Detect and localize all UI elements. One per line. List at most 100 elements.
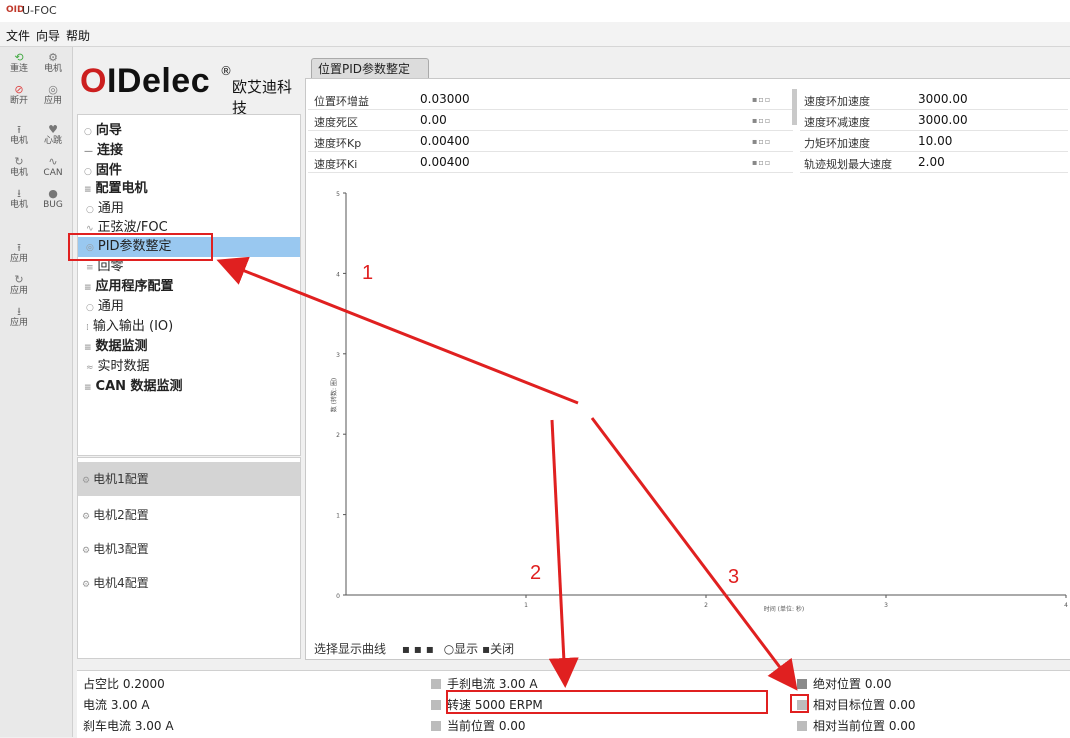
nav-item-motor-general[interactable]: ○ 通用 bbox=[86, 199, 124, 219]
param-value-input[interactable]: 0.00400 bbox=[420, 155, 470, 169]
chart-x-axis-label: 时间 (单位: 秒) bbox=[764, 605, 805, 613]
nav-item-app-general[interactable]: ○ 通用 bbox=[86, 297, 124, 317]
chart-y-tick-label: 2 bbox=[336, 432, 340, 439]
app-write-button[interactable]: ⭳ 应用 bbox=[2, 305, 36, 328]
brand-registered: ® bbox=[220, 64, 232, 78]
param-value-input[interactable]: 2.00 bbox=[918, 155, 945, 169]
app-detect-button[interactable]: ◎ 应用 bbox=[36, 83, 70, 106]
param-name: 位置环增益 bbox=[314, 95, 369, 108]
pid-response-chart: 5 4 3 2 1 0 1 2 3 4 时间 (单位: 秒) 数 (转数: 圈) bbox=[330, 191, 1068, 613]
curve-show-toggle[interactable]: ○显示 ▪关闭 bbox=[444, 642, 514, 656]
chart-x-tick-label: 4 bbox=[1064, 602, 1068, 609]
app-read-button[interactable]: ⭱ 应用 bbox=[2, 242, 36, 264]
chart-y-tick-label: 4 bbox=[336, 271, 340, 278]
motor-1-config[interactable]: ⚙ 电机1配置 bbox=[78, 462, 300, 496]
left-toolbar: ⟲ 重连 ⚙ 电机 ⊘ 断开 ◎ 应用 ⭱ 电机 ♥ 心跳 ↻ 电机 ∿ CAN ⭳ 电机 ● BU… bbox=[0, 47, 73, 737]
nav-item-connect[interactable]: — 连接 bbox=[84, 141, 123, 161]
param-value-input[interactable]: 3000.00 bbox=[918, 92, 968, 106]
annotation-label-1: 1 bbox=[362, 262, 374, 284]
chart-y-tick-label: 3 bbox=[336, 352, 340, 359]
nav-item-app-config[interactable]: ≡ 应用程序配置 bbox=[84, 277, 174, 297]
nav-item-motor-config[interactable]: ≡ 配置电机 bbox=[84, 179, 148, 199]
motor-icon: ⚙ bbox=[48, 51, 58, 64]
status-duty-cycle: 占空比 0.2000 bbox=[83, 677, 165, 691]
param-name: 速度环加速度 bbox=[804, 95, 870, 108]
chart-y-tick-label: 0 bbox=[336, 593, 340, 600]
param-spin-buttons[interactable]: ▪▫▫ bbox=[752, 95, 771, 104]
annotation-label-3: 3 bbox=[728, 566, 740, 588]
heartbeat-button[interactable]: ♥ 心跳 bbox=[36, 124, 70, 146]
chart-x-tick-label: 2 bbox=[704, 602, 708, 609]
nav-item-can-monitor[interactable]: ≡ CAN 数据监测 bbox=[84, 377, 183, 397]
param-value-input[interactable]: 10.00 bbox=[918, 134, 952, 148]
param-scrollbar[interactable] bbox=[792, 89, 797, 125]
nav-item-data-monitor[interactable]: ≡ 数据监测 bbox=[84, 337, 148, 357]
annotation-box-speed bbox=[446, 690, 768, 714]
bug-icon: ● bbox=[48, 187, 58, 200]
checkbox-icon bbox=[431, 721, 441, 731]
app-icon: ◎ bbox=[48, 83, 58, 96]
nav-item-io[interactable]: ⁞ 输入输出 (IO) bbox=[86, 317, 173, 337]
chart-y-axis-label: 数 (转数: 圈) bbox=[330, 378, 338, 413]
status-relative-current-position[interactable]: 相对当前位置 0.00 bbox=[797, 716, 916, 736]
nav-tree: ○ 向导 — 连接 ○ 固件 ≡ 配置电机 ○ 通用 ∿ 正弦波/FOC ◎ PID参数整定 … bbox=[77, 114, 301, 456]
param-name: 轨迹规划最大速度 bbox=[804, 158, 892, 171]
param-row bbox=[308, 89, 793, 110]
menu-wizard[interactable]: 向导 bbox=[36, 27, 60, 44]
nav-item-realtime-data[interactable]: ≈ 实时数据 bbox=[86, 357, 150, 377]
download-icon: ⭳ bbox=[17, 187, 21, 200]
chart-y-tick-label: 5 bbox=[336, 191, 340, 198]
checkbox-icon bbox=[797, 679, 807, 689]
status-current: 电流 3.00 A bbox=[83, 698, 150, 712]
annotation-box-target-checkbox bbox=[790, 694, 809, 713]
checkbox-icon bbox=[431, 679, 441, 689]
annotation-label-2: 2 bbox=[530, 562, 542, 584]
motor-4-config[interactable]: ⚙ 电机4配置 bbox=[78, 566, 300, 600]
app-title: U-FOC bbox=[22, 4, 57, 17]
nav-item-firmware[interactable]: ○ 固件 bbox=[84, 161, 122, 181]
status-absolute-position[interactable]: 绝对位置 0.00 bbox=[797, 674, 892, 694]
status-current-position[interactable]: 当前位置 0.00 bbox=[431, 716, 526, 736]
param-spin-buttons[interactable]: ▪▫▫ bbox=[752, 116, 771, 125]
chart-x-tick-label: 1 bbox=[524, 602, 528, 609]
motor-3-config[interactable]: ⚙ 电机3配置 bbox=[78, 532, 300, 566]
brand-chinese: 欧艾迪科技 bbox=[232, 78, 293, 117]
motor-config-list: ⚙ 电机1配置 ⚙ 电机2配置 ⚙ 电机3配置 ⚙ 电机4配置 bbox=[77, 457, 301, 659]
bug-button[interactable]: ● BUG bbox=[36, 187, 70, 210]
motor-read-button[interactable]: ⭱ 电机 bbox=[2, 124, 36, 146]
menu-bar: 文件 向导 帮助 bbox=[0, 22, 1070, 47]
nav-item-wizard[interactable]: ○ 向导 bbox=[84, 121, 122, 141]
title-bar: OID U-FOC bbox=[0, 0, 1070, 22]
param-spin-buttons[interactable]: ▪▫▫ bbox=[752, 137, 771, 146]
param-spin-buttons[interactable]: ▪▫▫ bbox=[752, 158, 771, 167]
param-name: 力矩环加速度 bbox=[804, 137, 870, 150]
disconnect-button[interactable]: ⊘ 断开 bbox=[2, 83, 36, 106]
menu-file[interactable]: 文件 bbox=[6, 27, 30, 44]
status-relative-target-position[interactable]: 相对目标位置 0.00 bbox=[797, 695, 916, 715]
param-value-input[interactable]: 0.00400 bbox=[420, 134, 470, 148]
refresh-icon: ↻ bbox=[14, 155, 24, 168]
download-icon: ⭳ bbox=[17, 305, 21, 318]
reconnect-button[interactable]: ⟲ 重连 bbox=[2, 52, 36, 74]
tab-position-pid[interactable]: 位置PID参数整定 bbox=[311, 58, 429, 78]
app-refresh-button[interactable]: ↻ 应用 bbox=[2, 274, 36, 296]
param-row bbox=[308, 131, 793, 152]
param-name: 速度环减速度 bbox=[804, 116, 870, 129]
menu-help[interactable]: 帮助 bbox=[66, 27, 90, 44]
curve-style-sample: ▪ ▪ ▪ bbox=[401, 642, 434, 656]
brand-logo: OIDelec ® 欧艾迪科技 bbox=[80, 62, 300, 117]
curve-select-bar: 选择显示曲线 ▪ ▪ ▪ ○显示 ▪关闭 bbox=[314, 640, 514, 657]
annotation-box-pid-nav bbox=[68, 233, 213, 261]
param-value-input[interactable]: 0.03000 bbox=[420, 92, 470, 106]
checkbox-icon bbox=[797, 721, 807, 731]
disconnect-icon: ⊘ bbox=[14, 83, 24, 96]
motor-detect-button[interactable]: ⚙ 电机 bbox=[36, 51, 70, 74]
motor-write-button[interactable]: ⭳ 电机 bbox=[2, 187, 36, 210]
wave-icon: ∿ bbox=[48, 155, 58, 168]
motor-refresh-button[interactable]: ↻ 电机 bbox=[2, 155, 36, 178]
param-value-input[interactable]: 3000.00 bbox=[918, 113, 968, 127]
chart-y-tick-label: 1 bbox=[336, 513, 340, 520]
can-button[interactable]: ∿ CAN bbox=[36, 155, 70, 178]
param-value-input[interactable]: 0.00 bbox=[420, 113, 447, 127]
motor-2-config[interactable]: ⚙ 电机2配置 bbox=[78, 498, 300, 532]
